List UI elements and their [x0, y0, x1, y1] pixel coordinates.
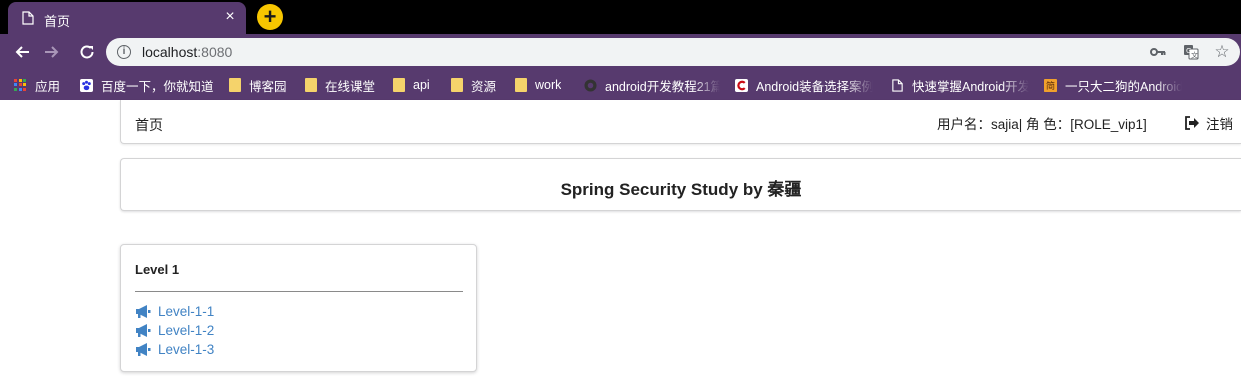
card-title: Level 1 [135, 262, 180, 277]
bookmark-label: work [535, 78, 562, 92]
bookmark-folder-api[interactable]: api [393, 70, 430, 100]
page-content: 首页 用户名：sajia| 角 色：[ROLE_vip1] 注销 Spring … [0, 100, 1241, 390]
forward-arrow-icon[interactable] [40, 40, 64, 64]
logout-link[interactable]: 注销 [1184, 113, 1233, 133]
svg-text:简: 简 [1046, 80, 1055, 92]
folder-icon [229, 78, 241, 92]
apps-grid-icon [14, 78, 27, 92]
bookmark-apps[interactable]: 应用 [14, 70, 60, 100]
bookmarks-bar: 应用 百度一下，你就知道 博客园 在线课堂 api 资源 work androi… [0, 70, 1241, 100]
close-tab-icon[interactable]: × [222, 9, 238, 25]
tab-title: 首页 [44, 14, 71, 29]
folder-icon [515, 78, 527, 92]
bookmark-label: 在线课堂 [325, 79, 376, 94]
back-arrow-icon[interactable] [10, 40, 34, 64]
folder-icon [451, 78, 463, 92]
translate-icon[interactable]: G文 [1182, 43, 1200, 61]
bookmark-android-tutorial[interactable]: android开发教程21篇 [584, 70, 720, 100]
bookmark-label: 一只大二狗的Android [1065, 79, 1182, 94]
svg-text:文: 文 [1191, 51, 1198, 60]
level-link[interactable]: Level-1-3 [135, 340, 214, 359]
reload-icon[interactable] [75, 40, 99, 64]
level-link-label: Level-1-3 [158, 342, 215, 357]
bullhorn-icon [136, 324, 151, 337]
bookmark-label: 快速掌握Android开发 [912, 79, 1029, 94]
header-segment: Spring Security Study by 秦疆 [120, 158, 1241, 211]
bookmark-android-blog[interactable]: 简 一只大二狗的Android [1044, 70, 1182, 100]
level-link[interactable]: Level-1-2 [135, 321, 214, 340]
top-menu: 首页 用户名：sajia| 角 色：[ROLE_vip1] 注销 [120, 100, 1241, 144]
key-icon[interactable] [1149, 43, 1167, 61]
browser-tab[interactable]: 首页 × [8, 2, 246, 34]
bookmark-label: 博客园 [249, 79, 287, 94]
baidu-paw-icon [80, 78, 93, 92]
card-link-list: Level-1-1 Level-1-2 Level-1-3 [135, 302, 214, 359]
star-icon[interactable]: ☆ [1213, 43, 1231, 61]
bookmark-label: 资源 [471, 79, 497, 94]
csdn-icon [735, 78, 748, 92]
bullhorn-icon [136, 305, 151, 318]
level-link-label: Level-1-2 [158, 323, 215, 338]
user-info: 用户名：sajia| 角 色：[ROLE_vip1] [937, 117, 1147, 132]
bookmark-label: 应用 [35, 79, 61, 94]
new-tab-button[interactable]: + [257, 4, 283, 30]
folder-icon [305, 78, 317, 92]
page-icon [22, 11, 34, 25]
folder-icon [393, 78, 405, 92]
jianshu-icon: 简 [1044, 78, 1057, 92]
bookmark-label: 百度一下，你就知道 [101, 79, 214, 94]
home-link[interactable]: 首页 [135, 115, 163, 135]
bookmark-folder-resources[interactable]: 资源 [451, 70, 496, 100]
bookmark-label: android开发教程21篇 [605, 79, 720, 94]
level-card: Level 1 Level-1-1 Level-1-2 Level-1-3 [120, 244, 477, 372]
github-icon [584, 78, 597, 92]
level-link[interactable]: Level-1-1 [135, 302, 214, 321]
bookmark-label: Android装备选择案例 [756, 79, 873, 94]
bullhorn-icon [136, 343, 151, 356]
address-bar[interactable]: i localhost:8080 G文 ☆ [106, 38, 1240, 66]
logout-label: 注销 [1206, 117, 1233, 132]
divider [135, 291, 463, 292]
bookmark-folder-online-class[interactable]: 在线课堂 [305, 70, 375, 100]
sign-out-icon [1185, 116, 1199, 130]
bookmark-folder-cnblogs[interactable]: 博客园 [229, 70, 287, 100]
bookmark-label: api [413, 78, 430, 92]
bookmark-android-equipment[interactable]: Android装备选择案例 [735, 70, 873, 100]
page-icon [892, 78, 903, 92]
page-title: Spring Security Study by 秦疆 [560, 180, 802, 199]
bookmark-folder-work[interactable]: work [515, 70, 561, 100]
level-link-label: Level-1-1 [158, 304, 215, 319]
info-icon[interactable]: i [117, 45, 131, 59]
tab-strip: 首页 × + [0, 0, 1241, 34]
bookmark-android-quick[interactable]: 快速掌握Android开发 [891, 70, 1029, 100]
bookmark-baidu[interactable]: 百度一下，你就知道 [80, 70, 214, 100]
browser-toolbar: i localhost:8080 G文 ☆ [0, 34, 1241, 70]
url-text[interactable]: localhost:8080 [142, 44, 232, 60]
